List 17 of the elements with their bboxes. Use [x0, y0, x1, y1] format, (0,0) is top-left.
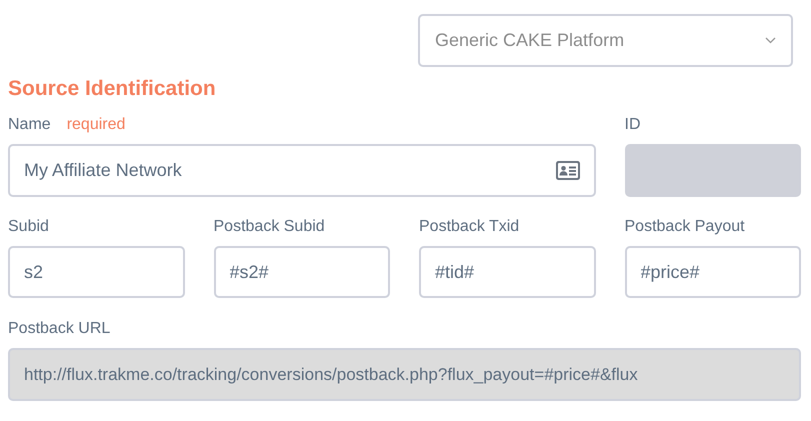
text-field[interactable]: #s2# [214, 246, 390, 298]
field-label: Name [8, 115, 51, 135]
text-field[interactable]: #tid# [419, 246, 596, 298]
section-title: Source Identification [8, 76, 217, 102]
field-label: Postback Payout [624, 217, 746, 237]
field-label: Postback URL [8, 319, 112, 339]
name-field[interactable]: My Affiliate Network [8, 144, 596, 197]
field-label: Subid [8, 217, 50, 237]
field-label: Postback Txid [419, 217, 520, 237]
platform-select[interactable]: Generic CAKE Platform [418, 14, 793, 67]
contact-card-icon [556, 161, 580, 180]
text-field[interactable]: #price# [624, 246, 801, 298]
text-field[interactable]: s2 [8, 246, 184, 298]
field-label: Postback Subid [214, 217, 326, 237]
required-note: required [66, 115, 126, 135]
chevron-down-icon [765, 37, 776, 44]
field-label: ID [624, 115, 642, 135]
